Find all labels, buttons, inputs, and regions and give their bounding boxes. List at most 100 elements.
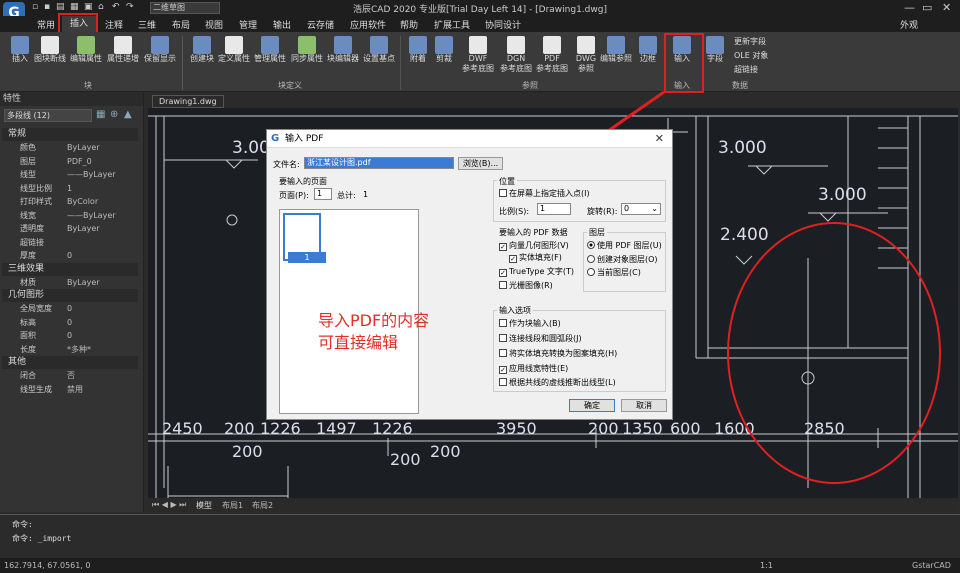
annotation-scale[interactable]: 1:1 [760, 561, 773, 570]
property-row[interactable]: 材质 ByLayer [0, 276, 138, 289]
apply-lineweight-option[interactable]: ✓ 应用线宽特性(E) [499, 363, 568, 374]
sync-attribute-button[interactable]: 同步属性 [289, 36, 325, 72]
menu-output[interactable]: 输出 [273, 18, 291, 31]
close-icon[interactable]: ✕ [942, 1, 951, 14]
dialog-close-icon[interactable]: ✕ [655, 132, 664, 145]
menu-manage[interactable]: 管理 [239, 18, 257, 31]
property-category[interactable]: 三维效果 [2, 262, 138, 276]
toggle-pickadd-icon[interactable]: ▲ [124, 109, 132, 120]
hyperlink-link[interactable]: 超链接 [734, 65, 758, 75]
block-break-button[interactable]: 图块断线 [32, 36, 68, 72]
property-key: 打印样式 [20, 197, 52, 206]
property-row[interactable]: 颜色 ByLayer [0, 141, 138, 154]
command-window[interactable]: 命令: 命令: _import [0, 514, 960, 558]
menu-appearance[interactable]: 外观 [900, 18, 918, 31]
dimension-text: 600 [670, 419, 701, 438]
join-lines-label: 连接线段和圆弧段(J) [509, 334, 582, 343]
menu-cloud[interactable]: 云存储 [307, 18, 334, 31]
truetype-option[interactable]: ✓ TrueType 文字(T) [499, 266, 574, 277]
dgn-underlay-button[interactable]: DGN 参考底图 [496, 36, 536, 73]
use-pdf-layers-option[interactable]: 使用 PDF 图层(U) [587, 240, 662, 251]
property-row[interactable]: 全局宽度 0 [0, 302, 138, 315]
browse-button[interactable]: 浏览(B)... [458, 157, 503, 170]
page-input[interactable]: 1 [314, 188, 332, 200]
dwf-underlay-button[interactable]: DWF 参考底图 [458, 36, 498, 73]
menu-layout[interactable]: 布局 [172, 18, 190, 31]
scale-input[interactable]: 1 [537, 203, 571, 215]
restore-icon[interactable]: ▭ [922, 1, 932, 14]
property-category[interactable]: 几何图形 [2, 289, 138, 302]
update-field-link[interactable]: 更新字段 [734, 37, 766, 47]
dwg-icon [577, 36, 595, 54]
raster-option[interactable]: 光栅图像(R) [499, 280, 553, 291]
specify-on-screen-option[interactable]: 在屏幕上指定插入点(I) [499, 188, 590, 199]
property-row[interactable]: 厚度 0 [0, 249, 138, 262]
window-title: 浩辰CAD 2020 专业版[Trial Day Left 14] - [Dra… [353, 5, 607, 15]
tab-nav-icon[interactable]: ⏮ ◀ ▶ ⏭ [152, 500, 186, 510]
property-category[interactable]: 其他 [2, 356, 138, 369]
edit-attribute-button[interactable]: 编辑属性 [68, 36, 104, 72]
property-category[interactable]: 常规 [2, 128, 138, 141]
current-layer-option[interactable]: 当前图层(C) [587, 267, 641, 278]
define-attribute-button[interactable]: 定义属性 [216, 36, 252, 72]
create-object-layers-option[interactable]: 创建对象图层(O) [587, 254, 658, 265]
property-row[interactable]: 长度 *多种* [0, 343, 138, 356]
tab-layout1[interactable]: 布局1 [222, 500, 243, 511]
solid-fill-option[interactable]: ✓ 实体填充(F) [509, 252, 562, 263]
annotation-circle [727, 222, 941, 484]
property-row[interactable]: 线宽 ——ByLayer [0, 209, 138, 222]
property-row[interactable]: 标高 0 [0, 316, 138, 329]
pdf-underlay-button[interactable]: PDF 参考底图 [532, 36, 572, 73]
pdf-data-label: 要输入的 PDF 数据 [499, 228, 568, 237]
infer-linetypes-option[interactable]: 根据共线的虚线推断出线型(L) [499, 377, 616, 388]
tab-model[interactable]: 模型 [196, 500, 212, 511]
minimize-icon[interactable]: — [904, 1, 915, 14]
property-row[interactable]: 线型 ——ByLayer [0, 168, 138, 181]
property-row[interactable]: 闭合 否 [0, 369, 138, 382]
property-row[interactable]: 面积 0 [0, 329, 138, 342]
rotation-select[interactable]: 0 ⌄ [621, 203, 661, 215]
solid-fill-label: 实体填充(F) [519, 253, 562, 262]
select-objects-icon[interactable]: ⊕ [110, 109, 118, 120]
property-row[interactable]: 线型比例 1 [0, 182, 138, 195]
menu-apps[interactable]: 应用软件 [350, 18, 386, 31]
property-row[interactable]: 打印样式 ByColor [0, 195, 138, 208]
manage-attribute-button[interactable]: 管理属性 [252, 36, 288, 72]
property-row[interactable]: 图层 PDF_0 [0, 155, 138, 168]
block-editor-button[interactable]: 块编辑器 [325, 36, 361, 72]
field-button[interactable]: 字段 [700, 36, 730, 72]
import-as-block-option[interactable]: 作为块输入(B) [499, 318, 561, 329]
property-row[interactable]: 透明度 ByLayer [0, 222, 138, 235]
file-name-input[interactable]: 浙江某设计图.pdf [304, 157, 454, 169]
menu-annotate[interactable]: 注释 [105, 18, 123, 31]
menu-collab[interactable]: 协同设计 [485, 18, 521, 31]
attribute-increment-button[interactable]: 属性递增 [105, 36, 141, 72]
keep-display-button[interactable]: 保留显示 [142, 36, 178, 72]
property-row[interactable]: 超链接 [0, 236, 138, 249]
set-basepoint-button[interactable]: 设置基点 [361, 36, 397, 72]
page-thumbnail[interactable]: 1 [283, 213, 326, 263]
frame-button[interactable]: 边框 [630, 36, 666, 72]
document-tab[interactable]: Drawing1.dwg [152, 95, 224, 108]
ok-button[interactable]: 确定 [569, 399, 615, 412]
ole-object-link[interactable]: OLE 对象 [734, 51, 768, 61]
menu-view[interactable]: 视图 [205, 18, 223, 31]
menu-3d[interactable]: 三维 [138, 18, 156, 31]
dimension-text: 200 [224, 419, 255, 438]
tab-layout2[interactable]: 布局2 [252, 500, 273, 511]
property-key: 厚度 [20, 251, 36, 260]
menu-extensions[interactable]: 扩展工具 [434, 18, 470, 31]
vector-geometry-option[interactable]: ✓ 向量几何图形(V) [499, 240, 569, 251]
clip-button[interactable]: 剪裁 [426, 36, 462, 72]
create-block-button[interactable]: 创建块 [184, 36, 220, 72]
property-row[interactable]: 线型生成 禁用 [0, 383, 138, 396]
cancel-button[interactable]: 取消 [621, 399, 667, 412]
menu-home[interactable]: 常用 [37, 18, 55, 31]
block-editor-icon [334, 36, 352, 54]
menu-help[interactable]: 帮助 [400, 18, 418, 31]
edit-reference-button[interactable]: 编辑参照 [598, 36, 634, 72]
convert-hatch-option[interactable]: 将实体填充转换为图案填充(H) [499, 348, 617, 359]
quick-select-icon[interactable]: ▦ [96, 109, 105, 120]
selection-dropdown[interactable]: 多段线 (12) [4, 109, 92, 122]
join-lines-option[interactable]: 连接线段和圆弧段(J) [499, 333, 582, 344]
